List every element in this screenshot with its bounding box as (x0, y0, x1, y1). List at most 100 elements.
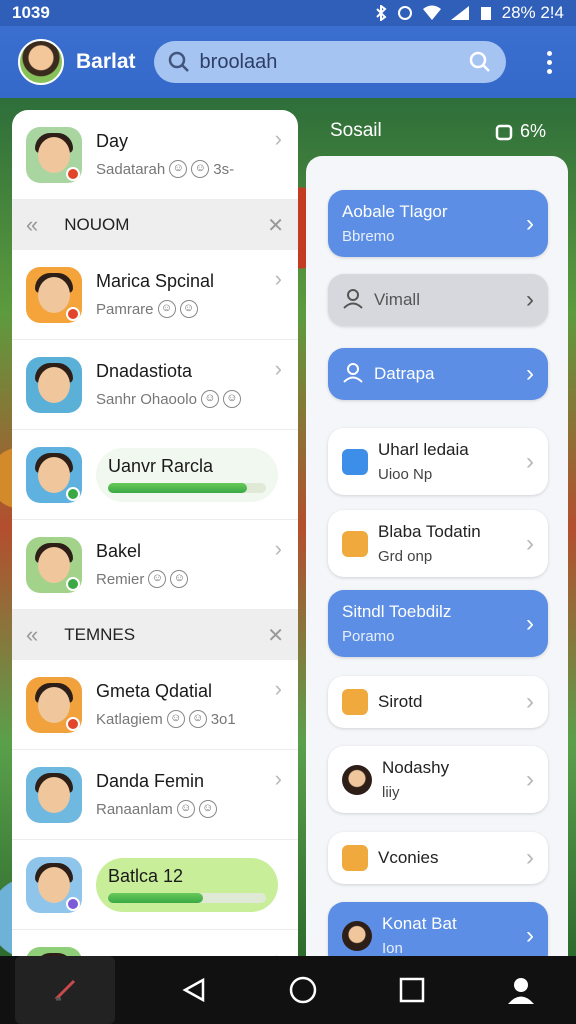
app-icon (342, 530, 368, 557)
menu-card[interactable]: Konat Bat Ion › (328, 902, 548, 956)
list-item[interactable]: Marica Spcinal Pamrare ☺ ☺ › (12, 250, 298, 340)
status-dot (66, 576, 80, 591)
nav-pen-button[interactable] (14, 956, 115, 1024)
emoji-icon: ☺ (191, 160, 210, 178)
avatar (342, 920, 372, 951)
chevron-right-icon[interactable]: › (275, 356, 282, 382)
menu-card[interactable]: Nodashy liiy › (328, 746, 548, 813)
chevron-right-icon[interactable]: › (275, 676, 282, 702)
chevron-right-icon[interactable]: › (526, 688, 534, 716)
progress-card[interactable]: Uanvr Rarcla (96, 447, 278, 502)
menu-card[interactable]: Uharl ledaia Uioo Np › (328, 428, 548, 495)
emoji-icon: ☺ (170, 570, 189, 588)
card-subtitle: Poramo (342, 628, 395, 645)
menu-card[interactable]: Sirotd › (328, 676, 548, 728)
card-title: Vimall (374, 290, 420, 309)
nav-profile-button[interactable] (491, 960, 551, 1020)
nav-back-button[interactable] (164, 960, 224, 1020)
nav-recents-button[interactable] (382, 960, 442, 1020)
avatar (26, 266, 82, 323)
avatar-face (38, 136, 70, 173)
chevron-right-icon[interactable]: › (526, 922, 534, 950)
chevron-right-icon[interactable]: › (275, 266, 282, 292)
system-nav-bar (0, 956, 576, 1024)
collapse-chevron-icon[interactable]: « (26, 622, 38, 648)
card-title: Blaba Todatin (378, 522, 481, 541)
progress-card[interactable]: Batlca 12 (96, 857, 278, 912)
card-title: Datrapa (374, 364, 435, 383)
list-item[interactable]: Day Sadatarah ☺ ☺ 3s- › (12, 110, 298, 200)
chevron-right-icon[interactable]: › (526, 210, 534, 238)
menu-card[interactable]: Blaba Todatin Grd onp › (328, 510, 548, 577)
list-item[interactable]: Dnadastiota Sanhr Ohaoolo ☺ ☺ › (12, 340, 298, 430)
card-text: Vimall (374, 290, 420, 310)
close-icon[interactable]: ✕ (267, 623, 284, 648)
search-submit-icon[interactable] (468, 50, 492, 74)
progress-fill (108, 892, 203, 903)
avatar (26, 856, 82, 913)
chevron-right-icon[interactable]: › (275, 766, 282, 792)
close-icon[interactable]: ✕ (267, 213, 284, 238)
item-title: Gmeta Qdatial (96, 681, 213, 701)
item-subtitle-text: Pamrare (96, 300, 154, 318)
avatar-face (38, 456, 70, 493)
chevron-right-icon[interactable]: › (526, 530, 534, 558)
list-item[interactable]: Batlca 12 (12, 840, 298, 930)
app-icon (342, 845, 368, 871)
card-text: Aobale Tlagor Bbremo (342, 202, 448, 245)
chevron-right-icon[interactable]: › (275, 946, 282, 956)
card-title: Sitndl Toebdilz (342, 602, 452, 621)
emoji-icon: ☺ (148, 570, 167, 588)
list-item[interactable]: Uanvr Rarcla (12, 430, 298, 520)
avatar (26, 126, 82, 183)
emoji-icon: ☺ (169, 160, 188, 178)
list-item[interactable]: Bakel Remier ☺ ☺ › (12, 520, 298, 610)
chevron-right-icon[interactable]: › (526, 766, 534, 794)
chevron-right-icon[interactable]: › (275, 126, 282, 152)
chevron-right-icon[interactable]: › (526, 448, 534, 476)
card-subtitle: Grd onp (378, 548, 433, 565)
social-panel: Aobale Tlagor Bbremo › Vimall › Datrapa › Uharl… (306, 156, 568, 956)
chevron-right-icon[interactable]: › (526, 844, 534, 872)
section-header-temnes[interactable]: « TEMNES ✕ (12, 610, 298, 660)
menu-card[interactable]: Vimall › (328, 274, 548, 326)
item-title: Batlca 12 (108, 865, 184, 886)
menu-card[interactable]: Sitndl Toebdilz Poramo › (328, 590, 548, 657)
item-subtitle-text: Ranaanlam (96, 800, 173, 818)
menu-card[interactable]: Datrapa › (328, 348, 548, 400)
right-panel-title: Sosail (330, 120, 382, 141)
status-time: 1039 (12, 3, 50, 22)
chevron-right-icon[interactable]: › (526, 360, 534, 388)
signal-icon (450, 6, 469, 20)
list-item[interactable]: Danda Femin Ranaanlam ☺ ☺ › (12, 750, 298, 840)
menu-card[interactable]: Aobale Tlagor Bbremo › (328, 190, 548, 257)
item-title: Uanvr Rarcla (108, 455, 214, 476)
item-text: Day Sadatarah ☺ ☺ 3s- (96, 131, 284, 178)
search-bar[interactable]: broolaah (153, 41, 506, 83)
menu-card[interactable]: Vconies › (328, 832, 548, 884)
notification-badge[interactable]: 6% (494, 121, 546, 142)
list-item[interactable]: Basani› (12, 930, 298, 956)
chevron-right-icon[interactable]: › (526, 610, 534, 638)
list-item[interactable]: Gmeta Qdatial Katlagiem ☺ ☺ 3o1 › (12, 660, 298, 750)
profile-avatar[interactable] (18, 39, 64, 85)
search-input[interactable]: broolaah (200, 51, 458, 74)
status-dot (66, 896, 80, 911)
nav-home-button[interactable] (273, 960, 333, 1020)
avatar (342, 764, 372, 795)
collapse-chevron-icon[interactable]: « (26, 212, 38, 238)
item-extra: 3o1 (210, 710, 236, 728)
avatar (26, 536, 82, 593)
status-battery-text: 28% 2!4 (501, 3, 564, 22)
emoji-icon: ☺ (198, 800, 217, 818)
section-header-nouom[interactable]: « NOUOM ✕ (12, 200, 298, 250)
card-title: Aobale Tlagor (342, 202, 448, 221)
chevron-right-icon[interactable]: › (526, 286, 534, 314)
section-label: NOUOM (64, 215, 130, 234)
item-subtitle: Katlagiem ☺ ☺ 3o1 (96, 710, 284, 728)
card-text: Sitndl Toebdilz Poramo (342, 602, 451, 645)
app-icon (342, 448, 368, 475)
overflow-menu-icon[interactable] (541, 45, 558, 80)
card-text: Vconies (378, 848, 438, 868)
chevron-right-icon[interactable]: › (275, 536, 282, 562)
